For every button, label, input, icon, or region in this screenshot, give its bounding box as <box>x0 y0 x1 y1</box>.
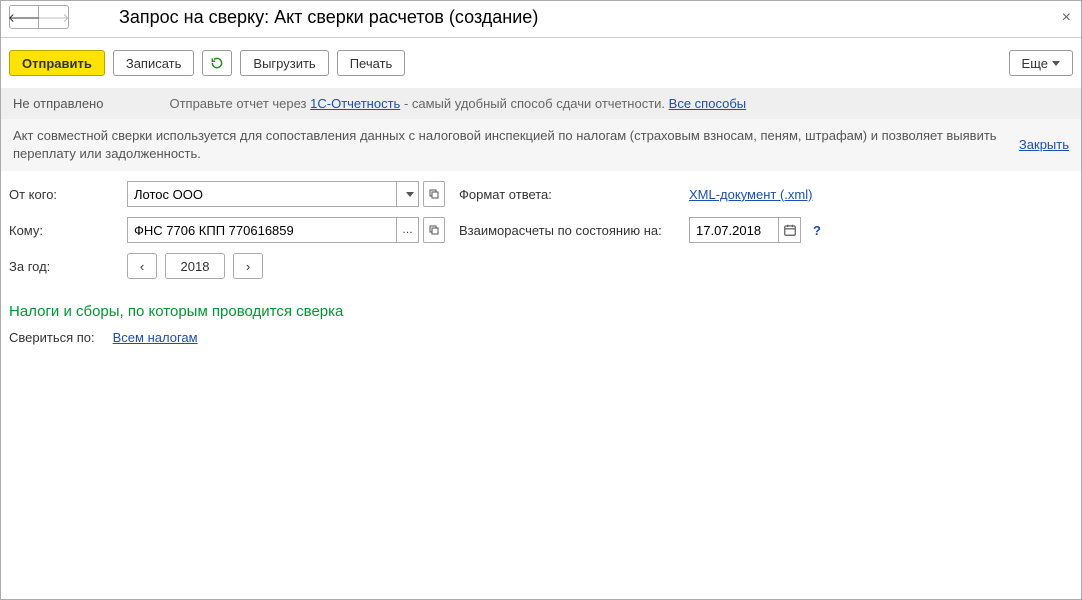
arrow-right-icon: 🡒 <box>37 10 69 25</box>
status-text: Не отправлено <box>13 96 103 111</box>
to-open-button[interactable] <box>423 217 445 243</box>
asof-input[interactable] <box>689 217 779 243</box>
reconcile-label: Свериться по: <box>9 330 95 345</box>
reconcile-link[interactable]: Всем налогам <box>113 330 198 345</box>
to-input[interactable] <box>127 217 397 243</box>
ellipsis-icon: … <box>402 224 413 236</box>
asof-label: Взаиморасчеты по состоянию на: <box>459 223 689 238</box>
chevron-down-icon <box>1052 61 1060 66</box>
arrow-left-icon: 🡐 <box>8 10 40 25</box>
nav-forward-button[interactable]: 🡒 <box>39 5 69 29</box>
info-close-link[interactable]: Закрыть <box>1019 136 1069 154</box>
format-label: Формат ответа: <box>459 187 689 202</box>
to-label: Кому: <box>9 223 127 238</box>
from-label: От кого: <box>9 187 127 202</box>
nav-back-button[interactable]: 🡐 <box>9 5 39 29</box>
to-select-button[interactable]: … <box>397 217 419 243</box>
open-icon <box>429 189 439 199</box>
chevron-left-icon: ‹ <box>140 259 144 274</box>
from-input[interactable] <box>127 181 397 207</box>
status-hint: Отправьте отчет через 1С-Отчетность - са… <box>169 96 746 111</box>
page-title: Запрос на сверку: Акт сверки расчетов (с… <box>119 7 538 28</box>
send-button[interactable]: Отправить <box>9 50 105 76</box>
more-button[interactable]: Еще <box>1009 50 1073 76</box>
more-label: Еще <box>1022 56 1048 71</box>
print-button[interactable]: Печать <box>337 50 406 76</box>
close-button[interactable]: × <box>1062 9 1071 27</box>
help-button[interactable]: ? <box>813 223 821 238</box>
refresh-button[interactable] <box>202 50 232 76</box>
info-text: Акт совместной сверки используется для с… <box>13 127 1009 163</box>
section-title: Налоги и сборы, по которым проводится св… <box>9 303 1073 320</box>
year-value[interactable]: 2018 <box>165 253 225 279</box>
year-prev-button[interactable]: ‹ <box>127 253 157 279</box>
chevron-right-icon: › <box>246 259 250 274</box>
close-icon: × <box>1062 9 1071 26</box>
refresh-icon <box>210 56 224 70</box>
export-button[interactable]: Выгрузить <box>240 50 328 76</box>
format-link[interactable]: XML-документ (.xml) <box>689 187 812 202</box>
chevron-down-icon <box>406 192 414 197</box>
from-open-button[interactable] <box>423 181 445 207</box>
reporting-link[interactable]: 1С-Отчетность <box>310 96 400 111</box>
calendar-icon <box>783 223 797 237</box>
open-icon <box>429 225 439 235</box>
year-next-button[interactable]: › <box>233 253 263 279</box>
all-methods-link[interactable]: Все способы <box>669 96 746 111</box>
asof-calendar-button[interactable] <box>779 217 801 243</box>
year-label: За год: <box>9 259 127 274</box>
save-button[interactable]: Записать <box>113 50 195 76</box>
from-dropdown-button[interactable] <box>397 181 419 207</box>
